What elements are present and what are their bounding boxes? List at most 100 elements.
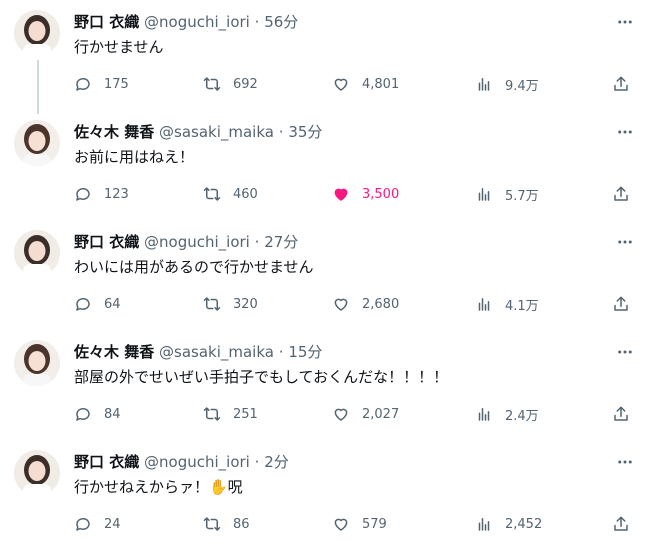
share-button[interactable] <box>612 72 642 96</box>
like-count: 2,027 <box>362 406 400 422</box>
heart-icon <box>334 188 348 201</box>
reply-icon <box>76 187 90 201</box>
like-button[interactable]: 3,500 <box>332 182 399 206</box>
heart-icon <box>334 298 348 311</box>
retweet-icon <box>203 297 221 311</box>
thread-line <box>37 60 39 114</box>
tweet[interactable]: 野口 衣織 @noguchi_iori · 2分 行かせねえからァ！✋呪 24 … <box>0 440 652 549</box>
view-count: 5.7万 <box>505 188 539 204</box>
views-button[interactable]: 2.4万 <box>475 402 539 426</box>
reply-button[interactable]: 64 <box>74 292 121 316</box>
separator-dot: · <box>278 123 284 141</box>
retweet-button[interactable]: 460 <box>203 182 258 206</box>
avatar[interactable] <box>14 230 60 276</box>
avatar[interactable] <box>14 120 60 166</box>
tweet[interactable]: 野口 衣織 @noguchi_iori · 27分 わいには用があるので行かせま… <box>0 220 652 329</box>
share-icon <box>614 76 628 91</box>
tweet-text: 行かせません <box>74 38 164 56</box>
share-button[interactable] <box>612 402 642 426</box>
tweet-text: お前に用はねえ！ <box>74 148 195 166</box>
like-count: 2,680 <box>362 296 400 312</box>
views-button[interactable]: 2,452 <box>475 512 542 536</box>
reply-button[interactable]: 24 <box>74 512 121 536</box>
reply-count: 24 <box>104 516 121 532</box>
tweet-text: 部屋の外でせいぜい手拍子でもしておくんだな！！！！ <box>74 368 449 386</box>
reply-button[interactable]: 84 <box>74 402 121 426</box>
separator-dot: · <box>254 13 260 31</box>
tweet-header: 野口 衣織 @noguchi_iori · 56分 <box>74 12 298 32</box>
display-name[interactable]: 野口 衣織 <box>74 453 139 471</box>
tweet[interactable]: 佐々木 舞香 @sasaki_maika · 15分 部屋の外でせいぜい手拍子で… <box>0 330 652 439</box>
more-icon[interactable] <box>614 452 636 472</box>
tweet[interactable]: 野口 衣織 @noguchi_iori · 56分 行かせません 175 692… <box>0 0 652 114</box>
retweet-button[interactable]: 251 <box>203 402 258 426</box>
retweet-button[interactable]: 86 <box>203 512 250 536</box>
like-button[interactable]: 2,680 <box>332 292 399 316</box>
retweet-button[interactable]: 320 <box>203 292 258 316</box>
views-button[interactable]: 4.1万 <box>475 292 539 316</box>
retweet-icon <box>203 517 221 531</box>
reply-icon <box>76 77 90 91</box>
display-name[interactable]: 野口 衣織 <box>74 233 139 251</box>
heart-icon <box>334 518 348 531</box>
avatar[interactable] <box>14 450 60 496</box>
tweet-header: 野口 衣織 @noguchi_iori · 27分 <box>74 232 298 252</box>
timestamp[interactable]: 2分 <box>264 453 289 471</box>
reply-count: 123 <box>104 186 129 202</box>
like-count: 4,801 <box>362 76 400 92</box>
timestamp[interactable]: 15分 <box>288 343 322 361</box>
retweet-count: 460 <box>233 186 258 202</box>
more-icon[interactable] <box>614 232 636 252</box>
like-button[interactable]: 4,801 <box>332 72 399 96</box>
share-button[interactable] <box>612 512 642 536</box>
share-icon <box>614 516 628 531</box>
timestamp[interactable]: 27分 <box>264 233 298 251</box>
avatar[interactable] <box>14 10 60 56</box>
user-handle[interactable]: @noguchi_iori <box>144 233 250 251</box>
tweet-header: 佐々木 舞香 @sasaki_maika · 35分 <box>74 122 322 142</box>
tweet[interactable]: 佐々木 舞香 @sasaki_maika · 35分 お前に用はねえ！ 123 … <box>0 110 652 219</box>
reply-button[interactable]: 175 <box>74 72 129 96</box>
like-count: 3,500 <box>362 186 400 202</box>
tweet-text: 行かせねえからァ！✋呪 <box>74 478 243 496</box>
reply-icon <box>76 517 90 531</box>
like-button[interactable]: 2,027 <box>332 402 399 426</box>
views-chart-icon <box>478 78 490 91</box>
reply-button[interactable]: 123 <box>74 182 129 206</box>
views-chart-icon <box>478 298 490 311</box>
tweet-actions: 24 86 579 2,452 <box>74 512 639 536</box>
user-handle[interactable]: @sasaki_maika <box>159 123 274 141</box>
user-handle[interactable]: @sasaki_maika <box>159 343 274 361</box>
user-handle[interactable]: @noguchi_iori <box>144 13 250 31</box>
views-button[interactable]: 9.4万 <box>475 72 539 96</box>
reply-icon <box>76 407 90 421</box>
like-button[interactable]: 579 <box>332 512 387 536</box>
timestamp[interactable]: 56分 <box>264 13 298 31</box>
views-chart-icon <box>478 188 490 201</box>
views-chart-icon <box>478 518 490 531</box>
view-count: 9.4万 <box>505 78 539 94</box>
more-icon[interactable] <box>614 342 636 362</box>
views-button[interactable]: 5.7万 <box>475 182 539 206</box>
user-handle[interactable]: @noguchi_iori <box>144 453 250 471</box>
timestamp[interactable]: 35分 <box>288 123 322 141</box>
tweet-actions: 123 460 3,500 5.7万 <box>74 182 639 206</box>
retweet-icon <box>203 407 221 421</box>
separator-dot: · <box>254 233 260 251</box>
display-name[interactable]: 佐々木 舞香 <box>74 123 154 141</box>
share-icon <box>614 406 628 421</box>
display-name[interactable]: 野口 衣織 <box>74 13 139 31</box>
avatar[interactable] <box>14 340 60 386</box>
share-button[interactable] <box>612 292 642 316</box>
display-name[interactable]: 佐々木 舞香 <box>74 343 154 361</box>
reply-icon <box>76 297 90 311</box>
share-button[interactable] <box>612 182 642 206</box>
more-icon[interactable] <box>614 12 636 32</box>
tweet-actions: 84 251 2,027 2.4万 <box>74 402 639 426</box>
view-count: 4.1万 <box>505 298 539 314</box>
heart-icon <box>334 78 348 91</box>
tweet-actions: 175 692 4,801 9.4万 <box>74 72 639 96</box>
retweet-button[interactable]: 692 <box>203 72 258 96</box>
more-icon[interactable] <box>614 122 636 142</box>
tweet-header: 佐々木 舞香 @sasaki_maika · 15分 <box>74 342 322 362</box>
